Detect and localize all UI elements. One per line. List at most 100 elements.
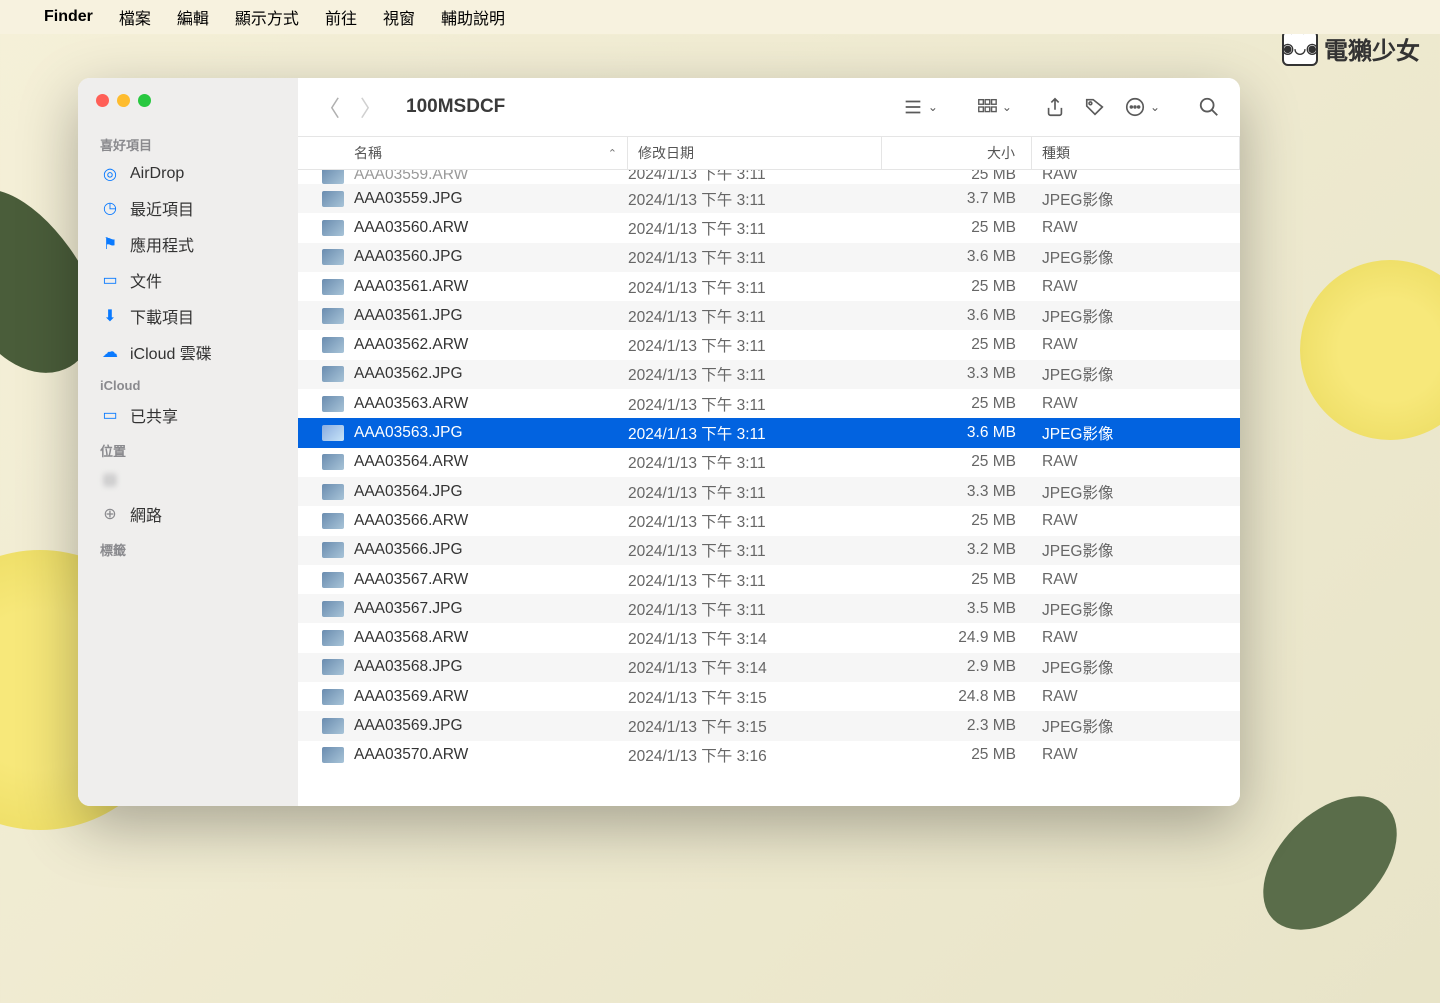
file-name: AAA03567.JPG: [354, 600, 628, 618]
file-row[interactable]: AAA03563.ARW2024/1/13 下午 3:1125 MBRAW: [298, 389, 1240, 418]
bg-lemon: [1300, 260, 1440, 440]
menu-file[interactable]: 檔案: [119, 5, 151, 29]
file-thumbnail-icon: [322, 718, 344, 734]
file-list[interactable]: AAA03559.ARW2024/1/13 下午 3:1125 MBRAWAAA…: [298, 170, 1240, 806]
search-button[interactable]: [1198, 96, 1220, 118]
column-kind[interactable]: 種類: [1032, 137, 1240, 169]
sidebar-item-apps[interactable]: ⚑應用程式: [78, 226, 298, 262]
view-list-button[interactable]: ⌄: [902, 96, 938, 118]
menu-window[interactable]: 視窗: [383, 5, 415, 29]
clock-icon: ◷: [100, 198, 120, 218]
file-row[interactable]: AAA03560.JPG2024/1/13 下午 3:113.6 MBJPEG影…: [298, 243, 1240, 272]
file-thumbnail-icon: [322, 689, 344, 705]
doc-icon: ▭: [100, 270, 120, 290]
column-name[interactable]: 名稱⌃: [298, 137, 628, 169]
sidebar: 喜好項目 ◎AirDrop◷最近項目⚑應用程式 ▭ 文件 ⬇下載項目☁iCloud 雲…: [78, 78, 298, 806]
file-thumbnail-icon: [322, 191, 344, 207]
file-date: 2024/1/13 下午 3:11: [628, 422, 882, 444]
column-date[interactable]: 修改日期: [628, 137, 882, 169]
file-row[interactable]: AAA03567.ARW2024/1/13 下午 3:1125 MBRAW: [298, 565, 1240, 594]
sidebar-item-globe[interactable]: ⊕網路: [78, 496, 298, 532]
file-date: 2024/1/13 下午 3:11: [628, 170, 882, 184]
file-thumbnail-icon: [322, 249, 344, 265]
file-kind: JPEG影像: [1032, 246, 1240, 268]
sidebar-item-clock[interactable]: ◷最近項目: [78, 190, 298, 226]
file-row[interactable]: AAA03561.ARW2024/1/13 下午 3:1125 MBRAW: [298, 272, 1240, 301]
tag-button[interactable]: [1084, 96, 1106, 118]
file-row[interactable]: AAA03560.ARW2024/1/13 下午 3:1125 MBRAW: [298, 213, 1240, 242]
minimize-button[interactable]: [117, 94, 130, 107]
sidebar-item-disk[interactable]: ⊟: [78, 464, 298, 496]
file-thumbnail-icon: [322, 279, 344, 295]
back-button[interactable]: 〈: [318, 91, 340, 123]
file-size: 25 MB: [882, 278, 1032, 296]
more-button[interactable]: ⌄: [1124, 96, 1160, 118]
file-row[interactable]: AAA03564.ARW2024/1/13 下午 3:1125 MBRAW: [298, 448, 1240, 477]
file-row[interactable]: AAA03569.ARW2024/1/13 下午 3:1524.8 MBRAW: [298, 682, 1240, 711]
sidebar-item-airdrop[interactable]: ◎AirDrop: [78, 158, 298, 190]
file-row[interactable]: AAA03559.JPG2024/1/13 下午 3:113.7 MBJPEG影…: [298, 184, 1240, 213]
file-row[interactable]: AAA03561.JPG2024/1/13 下午 3:113.6 MBJPEG影…: [298, 301, 1240, 330]
file-kind: JPEG影像: [1032, 363, 1240, 385]
column-size[interactable]: 大小: [882, 137, 1032, 169]
file-name: AAA03564.JPG: [354, 483, 628, 501]
close-button[interactable]: [96, 94, 109, 107]
file-row[interactable]: AAA03562.ARW2024/1/13 下午 3:1125 MBRAW: [298, 330, 1240, 359]
file-kind: JPEG影像: [1032, 598, 1240, 620]
menu-help[interactable]: 輔助說明: [441, 5, 505, 29]
file-size: 2.3 MB: [882, 717, 1032, 735]
file-row[interactable]: AAA03570.ARW2024/1/13 下午 3:1625 MBRAW: [298, 741, 1240, 770]
menu-view[interactable]: 顯示方式: [235, 5, 299, 29]
sidebar-item-shared[interactable]: ▭已共享: [78, 397, 298, 433]
file-row[interactable]: AAA03562.JPG2024/1/13 下午 3:113.3 MBJPEG影…: [298, 360, 1240, 389]
file-row[interactable]: AAA03563.JPG2024/1/13 下午 3:113.6 MBJPEG影…: [298, 418, 1240, 447]
download-icon: ⬇: [100, 306, 120, 326]
file-row[interactable]: AAA03566.ARW2024/1/13 下午 3:1125 MBRAW: [298, 506, 1240, 535]
file-kind: RAW: [1032, 512, 1240, 530]
file-thumbnail-icon: [322, 170, 344, 184]
sidebar-item-doc[interactable]: ▭ 文件: [78, 262, 298, 298]
file-name: AAA03559.JPG: [354, 190, 628, 208]
menu-edit[interactable]: 編輯: [177, 5, 209, 29]
file-kind: RAW: [1032, 453, 1240, 471]
file-row[interactable]: AAA03566.JPG2024/1/13 下午 3:113.2 MBJPEG影…: [298, 536, 1240, 565]
file-kind: JPEG影像: [1032, 715, 1240, 737]
file-row[interactable]: AAA03567.JPG2024/1/13 下午 3:113.5 MBJPEG影…: [298, 594, 1240, 623]
file-name: AAA03560.JPG: [354, 248, 628, 266]
file-name: AAA03570.ARW: [354, 746, 628, 764]
file-kind: RAW: [1032, 278, 1240, 296]
zoom-button[interactable]: [138, 94, 151, 107]
file-row[interactable]: AAA03559.ARW2024/1/13 下午 3:1125 MBRAW: [298, 170, 1240, 184]
sidebar-section-favorites: 喜好項目: [78, 127, 298, 158]
file-row[interactable]: AAA03568.ARW2024/1/13 下午 3:1424.9 MBRAW: [298, 623, 1240, 652]
file-name: AAA03569.JPG: [354, 717, 628, 735]
sidebar-item-download[interactable]: ⬇下載項目: [78, 298, 298, 334]
menu-go[interactable]: 前往: [325, 5, 357, 29]
file-thumbnail-icon: [322, 220, 344, 236]
sort-ascending-icon: ⌃: [608, 147, 617, 160]
sidebar-item-label: 網路: [130, 502, 162, 526]
file-kind: JPEG影像: [1032, 188, 1240, 210]
file-row[interactable]: AAA03569.JPG2024/1/13 下午 3:152.3 MBJPEG影…: [298, 711, 1240, 740]
sidebar-item-label: 文件: [130, 268, 162, 292]
forward-button[interactable]: 〉: [360, 91, 382, 123]
file-size: 25 MB: [882, 571, 1032, 589]
file-size: 2.9 MB: [882, 658, 1032, 676]
file-size: 3.5 MB: [882, 600, 1032, 618]
share-button[interactable]: [1044, 96, 1066, 118]
file-kind: JPEG影像: [1032, 305, 1240, 327]
file-row[interactable]: AAA03564.JPG2024/1/13 下午 3:113.3 MBJPEG影…: [298, 477, 1240, 506]
file-name: AAA03569.ARW: [354, 688, 628, 706]
sidebar-item-label: iCloud 雲碟: [130, 340, 212, 364]
sidebar-item-cloud[interactable]: ☁iCloud 雲碟: [78, 334, 298, 370]
file-size: 3.3 MB: [882, 365, 1032, 383]
file-date: 2024/1/13 下午 3:11: [628, 451, 882, 473]
file-kind: RAW: [1032, 746, 1240, 764]
file-kind: JPEG影像: [1032, 656, 1240, 678]
app-menu[interactable]: Finder: [44, 8, 93, 26]
file-thumbnail-icon: [322, 366, 344, 382]
sidebar-item-label: 已共享: [130, 403, 178, 427]
group-button[interactable]: ⌄: [976, 96, 1012, 118]
file-kind: RAW: [1032, 336, 1240, 354]
file-row[interactable]: AAA03568.JPG2024/1/13 下午 3:142.9 MBJPEG影…: [298, 653, 1240, 682]
